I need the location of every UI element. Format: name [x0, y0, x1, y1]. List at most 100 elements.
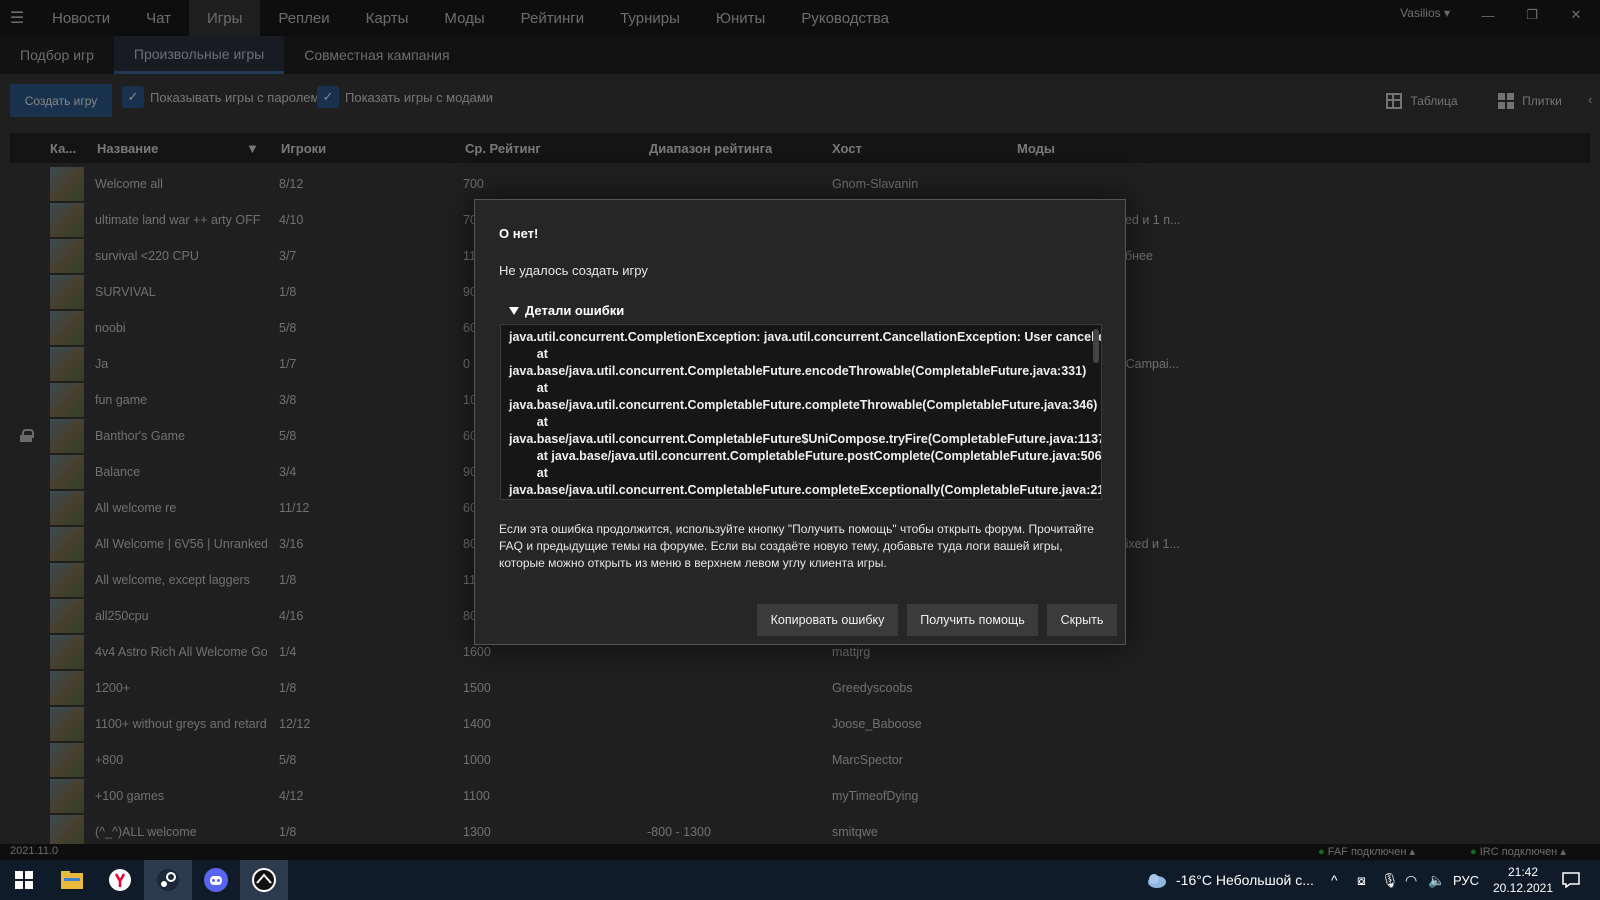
game-avg-rating: 0: [463, 357, 470, 371]
volume-icon[interactable]: 🔈: [1428, 860, 1445, 900]
show-mod-games-checkbox[interactable]: ✓ Показать игры с модами: [317, 86, 493, 108]
game-host: Greedyscoobs: [832, 681, 913, 695]
subtab-matchmaking[interactable]: Подбор игр: [0, 36, 114, 74]
minimize-icon[interactable]: —: [1466, 0, 1510, 30]
column-header-players[interactable]: Игроки: [281, 141, 326, 156]
nav-tab-maps[interactable]: Карты: [348, 0, 427, 36]
stacktrace-scrollbar[interactable]: [1093, 329, 1099, 363]
column-header-avg-rating[interactable]: Ср. Рейтинг: [465, 141, 541, 156]
triangle-down-icon: [509, 306, 519, 315]
game-players: 4/10: [279, 213, 304, 227]
game-avg-rating: 1500: [463, 681, 491, 695]
get-help-button[interactable]: Получить помощь: [907, 604, 1038, 636]
game-name: 1100+ without greys and retards: [95, 717, 267, 731]
restore-icon[interactable]: ❐: [1510, 0, 1554, 30]
map-thumbnail: [50, 671, 84, 705]
steam-icon[interactable]: [144, 860, 192, 900]
faf-client-icon[interactable]: [240, 860, 288, 900]
game-name: Ja: [95, 357, 109, 371]
table-icon: [1386, 92, 1403, 109]
notifications-icon[interactable]: [1562, 860, 1580, 900]
close-icon[interactable]: ✕: [1554, 0, 1598, 30]
table-row[interactable]: 1100+ without greys and retards 12/12 1400…: [10, 706, 1590, 742]
status-dot-icon: ●: [1470, 846, 1477, 858]
table-row[interactable]: Welcome all 8/12 700 Gnom-Slavanin: [10, 166, 1590, 202]
subtab-coop-campaign[interactable]: Совместная кампания: [284, 36, 469, 74]
error-details-toggle[interactable]: Детали ошибки: [509, 303, 624, 318]
nav-tab-guides[interactable]: Руководства: [783, 0, 907, 36]
user-menu[interactable]: Vasilios ▾: [1400, 6, 1450, 20]
column-header-name[interactable]: Название: [97, 141, 158, 156]
nav-tab-mods[interactable]: Моды: [426, 0, 502, 36]
table-view-button[interactable]: Таблица: [1372, 84, 1472, 117]
menu-icon[interactable]: ☰: [0, 0, 34, 36]
column-header-mods[interactable]: Моды: [1017, 141, 1055, 156]
nav-tab-chat[interactable]: Чат: [128, 0, 189, 36]
map-thumbnail: [50, 743, 84, 777]
subtab-custom-games[interactable]: Произвольные игры: [113, 36, 285, 74]
game-host: Joose_Baboose: [832, 717, 922, 731]
nav-tab-news[interactable]: Новости: [34, 0, 128, 36]
table-row[interactable]: 1200+ 1/8 1500 Greedyscoobs: [10, 670, 1590, 706]
clock-date: 20.12.2021: [1492, 881, 1554, 895]
nav-tab-replays[interactable]: Реплеи: [260, 0, 347, 36]
weather-widget[interactable]: -16°C Небольшой с...: [1146, 860, 1314, 900]
column-header-host[interactable]: Хост: [832, 141, 862, 156]
checkmark-icon: ✓: [317, 86, 339, 108]
game-players: 4/16: [279, 609, 304, 623]
game-mods: hed и 1 п...: [1118, 213, 1181, 227]
map-thumbnail: [50, 599, 84, 633]
file-explorer-icon[interactable]: [48, 860, 96, 900]
map-thumbnail: [50, 491, 84, 525]
column-header-map[interactable]: Ка...: [50, 141, 76, 156]
map-thumbnail: [50, 779, 84, 813]
nav-tab-ratings[interactable]: Рейтинги: [503, 0, 602, 36]
show-password-games-checkbox[interactable]: ✓ Показывать игры с паролем: [122, 86, 319, 108]
clock[interactable]: 21:42 20.12.2021: [1484, 860, 1562, 900]
game-players: 1/8: [279, 285, 297, 299]
game-name: all250cpu: [95, 609, 149, 623]
faf-connection-status[interactable]: ● FAF подключен ▴: [1318, 845, 1415, 858]
discord-icon[interactable]: [192, 860, 240, 900]
game-players: 5/8: [279, 753, 297, 767]
game-name: All welcome, except laggers: [95, 573, 250, 587]
game-avg-rating: 1300: [463, 825, 491, 839]
hide-button[interactable]: Скрыть: [1047, 604, 1117, 636]
game-rating-range: -800 - 1300: [647, 825, 711, 839]
wifi-icon[interactable]: ◠: [1405, 860, 1417, 900]
game-mods: Fixed и 1...: [1118, 537, 1180, 551]
microphone-icon[interactable]: 🎙: [1381, 860, 1399, 900]
chevron-left-icon[interactable]: ‹: [1588, 92, 1592, 107]
windows-start-icon[interactable]: [0, 860, 48, 900]
show-mods-label: Показать игры с модами: [345, 89, 494, 105]
game-players: 1/7: [279, 357, 297, 371]
map-thumbnail: [50, 239, 84, 273]
game-players: 4/12: [279, 789, 304, 803]
windows-taskbar: -16°C Небольшой с... ^ ⧇ 🎙 ◠ 🔈 РУС 21:42…: [0, 860, 1600, 900]
game-players: 3/8: [279, 393, 297, 407]
nav-tab-units[interactable]: Юниты: [698, 0, 783, 36]
column-header-rating-range[interactable]: Диапазон рейтинга: [649, 141, 772, 156]
games-table-header: Ка... Название ▼ Игроки Ср. Рейтинг Диап…: [10, 133, 1590, 163]
irc-connection-status[interactable]: ● IRC подключен ▴: [1470, 845, 1566, 858]
tiles-view-button[interactable]: Плитки: [1482, 84, 1578, 117]
nav-tab-games[interactable]: Игры: [188, 0, 261, 36]
language-indicator[interactable]: РУС: [1453, 860, 1479, 900]
game-name: Welcome all: [95, 177, 163, 191]
table-row[interactable]: +800 5/8 1000 MarcSpector: [10, 742, 1590, 778]
copy-error-button[interactable]: Копировать ошибку: [757, 604, 898, 636]
sort-desc-icon[interactable]: ▼: [246, 141, 259, 156]
nav-tab-tournaments[interactable]: Турниры: [602, 0, 698, 36]
stacktrace-textarea[interactable]: java.util.concurrent.CompletionException…: [500, 324, 1102, 500]
game-players: 1/8: [279, 825, 297, 839]
map-thumbnail: [50, 419, 84, 453]
game-players: 3/4: [279, 465, 297, 479]
game-avg-rating: 1400: [463, 717, 491, 731]
tray-expand-icon[interactable]: ^: [1331, 860, 1338, 900]
table-row[interactable]: +100 games 4/12 1100 myTimeofDying: [10, 778, 1590, 814]
webcam-icon[interactable]: ⧇: [1357, 860, 1366, 900]
create-game-button[interactable]: Создать игру: [10, 84, 112, 117]
irc-status-label: IRC подключен: [1479, 846, 1558, 858]
chevron-down-icon: ▾: [1443, 6, 1450, 20]
yandex-browser-icon[interactable]: [96, 860, 144, 900]
